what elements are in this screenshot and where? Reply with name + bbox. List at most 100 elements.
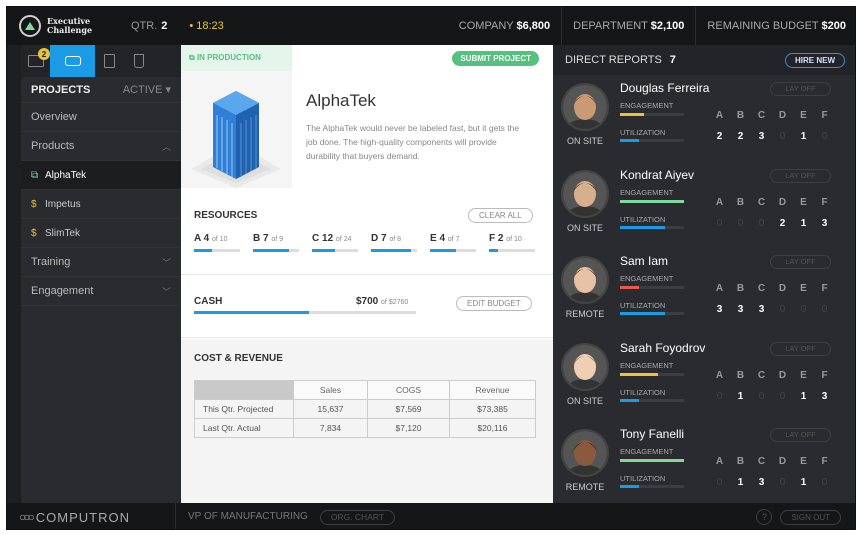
top-bar: Executive Challenge QTR.2 18:23 COMPANY … [7, 7, 855, 45]
lay-off-button[interactable]: LAY OFF [770, 255, 831, 269]
resource-f[interactable]: F 2 of 10 [489, 233, 548, 252]
chevron-down-icon: ﹀ [161, 257, 171, 268]
sidebar-item-training[interactable]: Training ﹀ [21, 248, 181, 277]
cash-progress-fill [194, 311, 310, 314]
help-button[interactable]: ? [756, 509, 773, 525]
employee-card[interactable]: REMOTE Sam Iam LAY OFF ENGAGEMENT UTILIZATIO… [553, 248, 855, 335]
grade-letter: D [778, 369, 787, 381]
engagement-meter [620, 372, 684, 376]
sidebar-item-impetus[interactable]: $ Impetus [21, 190, 181, 219]
grade-letters: ABCDEF [709, 110, 835, 121]
grade-value: 2 [716, 131, 723, 142]
project-detail-panel: ⧉ IN PRODUCTION SUBMIT PROJECT AlphaTek … [181, 45, 553, 503]
cash-amount: $700 of $2760 [356, 296, 408, 307]
resource-bar-fill [489, 249, 499, 252]
utilization-label: UTILIZATION [620, 474, 666, 483]
resource-text: D 7 of 8 [371, 233, 430, 244]
app-logo: Executive Challenge [19, 15, 127, 37]
app-window: Executive Challenge QTR.2 18:23 COMPANY … [6, 6, 856, 530]
employee-name: Douglas Ferreira [620, 81, 710, 95]
grade-letters: ABCDEF [709, 370, 835, 381]
employee-card[interactable]: ON SITE Sarah Foyodrov LAY OFF ENGAGEMENT UT… [553, 335, 855, 422]
grade-letter: D [778, 283, 787, 294]
dollar-icon: $ [31, 227, 37, 239]
tab-projects[interactable] [50, 45, 95, 77]
utilization-meter-fill [620, 225, 665, 229]
engagement-label: ENGAGEMENT [620, 274, 674, 283]
clear-all-button[interactable]: CLEAR ALL [468, 208, 533, 223]
hire-new-button[interactable]: HIRE NEW [785, 52, 845, 68]
grade-value: 0 [737, 217, 744, 229]
resource-c[interactable]: C 12 of 24 [312, 233, 371, 252]
grade-value: 1 [800, 390, 807, 402]
company-brand: ○○○ COMPUTRON [19, 510, 175, 525]
sidebar-tabs: 2 [21, 45, 181, 77]
layers-icon [64, 56, 81, 66]
sidebar-item-overview[interactable]: Overview [21, 103, 181, 132]
cash-total: of $2760 [381, 299, 409, 306]
column-header: Revenue [449, 380, 536, 400]
product-header: ⧉ IN PRODUCTION SUBMIT PROJECT AlphaTek … [181, 45, 553, 188]
resource-e[interactable]: E 4 of 7 [430, 233, 489, 252]
lay-off-button[interactable]: LAY OFF [770, 168, 831, 183]
resource-total: of 8 [389, 236, 402, 243]
grade-value: 0 [716, 390, 723, 402]
grade-value: 0 [779, 131, 786, 142]
direct-reports-header: DIRECT REPORTS 7 HIRE NEW [553, 45, 855, 75]
tab-mail[interactable]: 2 [21, 45, 50, 77]
grade-value: 2 [737, 131, 744, 142]
resource-d[interactable]: D 7 of 8 [371, 233, 430, 252]
edit-budget-button[interactable]: EDIT BUDGET [456, 296, 532, 311]
grade-letter: F [821, 456, 828, 467]
resource-value: 7 [263, 233, 269, 244]
grade-letter: B [736, 369, 745, 381]
employee-card[interactable]: ON SITE Douglas Ferreira LAY OFF ENGAGEMENT… [553, 75, 855, 162]
sidebar-item-slimtek[interactable]: $ SlimTek [21, 219, 181, 248]
resource-bar-fill [253, 249, 289, 252]
product-illustration: ⧉ IN PRODUCTION [181, 45, 292, 188]
sidebar-item-label: AlphaTek [45, 169, 87, 181]
employee-card[interactable]: REMOTE Tony Fanelli LAY OFF ENGAGEMENT UTILI… [553, 421, 855, 508]
resource-value: 4 [439, 233, 446, 244]
sign-out-button[interactable]: SIGN OUT [780, 509, 841, 525]
grade-value: 0 [758, 390, 765, 402]
grade-value: 1 [737, 477, 744, 488]
lay-off-button[interactable]: LAY OFF [770, 341, 831, 356]
logo-line2: Challenge [47, 25, 93, 35]
cash-section: CASH $700 of $2760 EDIT BUDGET [181, 276, 553, 338]
grade-letter: F [821, 110, 828, 121]
engagement-meter [620, 113, 684, 116]
employee-name: Sam Iam [620, 254, 669, 268]
grade-value: 3 [758, 304, 765, 315]
grade-letter: B [736, 110, 745, 121]
resource-bar-fill [312, 249, 335, 252]
projects-filter-dropdown[interactable]: ACTIVE ▾ [123, 83, 171, 96]
chevron-down-icon: ﹀ [161, 286, 171, 297]
tab-documents[interactable] [95, 45, 124, 77]
employee-location: ON SITE [566, 222, 603, 233]
employee-card[interactable]: ON SITE Kondrat Aiyev LAY OFF ENGAGEMENT UTI… [553, 162, 855, 249]
cash-progress-bar [194, 311, 416, 314]
grade-value: 3 [758, 477, 765, 488]
sidebar-item-alphatek[interactable]: ⧉ AlphaTek [21, 161, 181, 190]
table-cell: $7,120 [367, 418, 450, 438]
cash-label: CASH [194, 296, 223, 307]
resources-title: RESOURCES [194, 210, 258, 221]
grade-letter: C [757, 196, 766, 208]
submit-project-button[interactable]: SUBMIT PROJECT [452, 51, 539, 66]
grade-letter: F [821, 283, 828, 294]
projects-label: PROJECTS [31, 83, 91, 96]
lay-off-button[interactable]: LAY OFF [770, 428, 831, 442]
resource-b[interactable]: B 7 of 9 [253, 233, 312, 252]
product-title: AlphaTek [306, 91, 376, 110]
org-chart-button[interactable]: ORG. CHART [319, 509, 396, 525]
sidebar-item-products[interactable]: Products ︿ [21, 132, 181, 161]
resource-text: A 4 of 10 [194, 233, 253, 244]
lay-off-button[interactable]: LAY OFF [770, 82, 831, 96]
resource-bar [371, 249, 417, 252]
sidebar-item-engagement[interactable]: Engagement ﹀ [21, 277, 181, 306]
resource-a[interactable]: A 4 of 10 [194, 233, 253, 252]
grade-value: 0 [716, 217, 723, 229]
tab-research[interactable] [124, 45, 153, 77]
grade-values: 2 2 3 0 1 0 [709, 131, 835, 142]
